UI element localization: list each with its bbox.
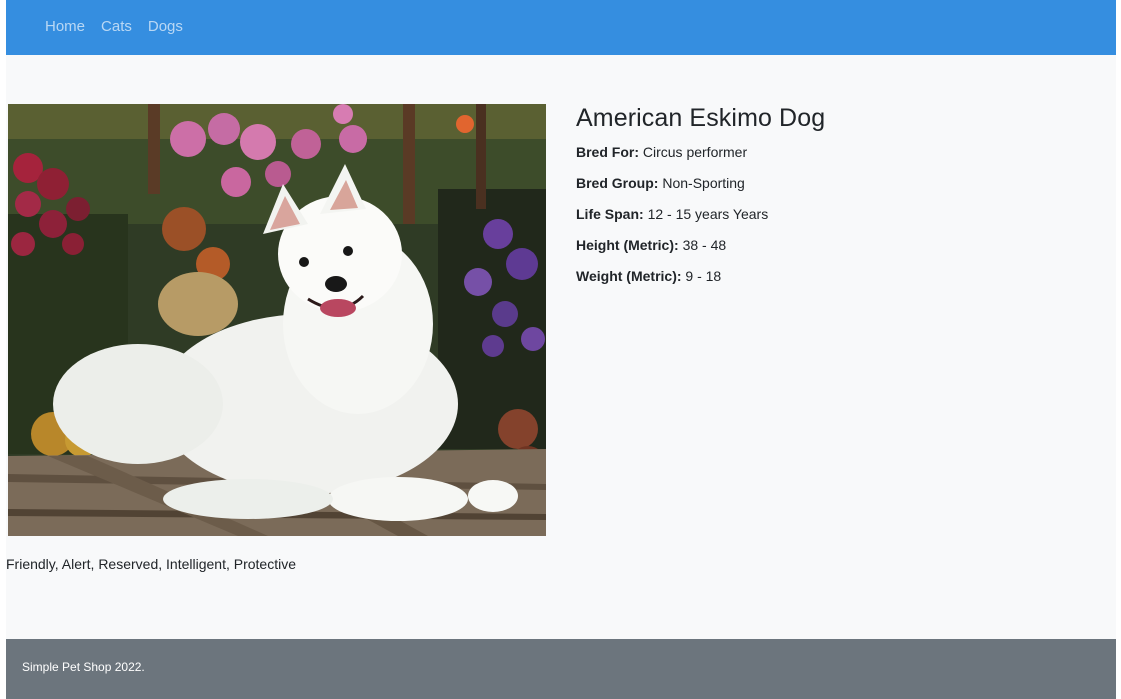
detail-label: Life Span:	[576, 206, 644, 222]
detail-label: Bred For:	[576, 144, 639, 160]
detail-weight: Weight (Metric): 9 - 18	[576, 268, 1096, 299]
detail-value: Circus performer	[642, 144, 748, 160]
nav-link-cats[interactable]: Cats	[101, 18, 132, 36]
detail-list: Bred For: Circus performer Bred Group: N…	[576, 144, 1096, 299]
detail-life-span: Life Span: 12 - 15 years Years	[576, 206, 1096, 237]
detail-label: Height (Metric):	[576, 237, 679, 253]
temperament-text: Friendly, Alert, Reserved, Intelligent, …	[6, 556, 296, 572]
dog-photo	[8, 104, 546, 536]
detail-height: Height (Metric): 38 - 48	[576, 237, 1096, 268]
detail-label: Bred Group:	[576, 175, 659, 191]
page: Home Cats Dogs American Eskimo Dog Bred …	[6, 0, 1116, 699]
nav-link-dogs[interactable]: Dogs	[148, 18, 183, 36]
top-navbar: Home Cats Dogs	[6, 0, 1116, 55]
detail-bred-group: Bred Group: Non-Sporting	[576, 175, 1096, 206]
detail-value: 38 - 48	[682, 237, 727, 253]
breed-title: American Eskimo Dog	[576, 104, 826, 132]
detail-value: 9 - 18	[685, 268, 722, 284]
breed-details: American Eskimo Dog Bred For: Circus per…	[576, 103, 1096, 299]
site-footer: Simple Pet Shop 2022.	[6, 639, 1116, 699]
nav-links: Home Cats Dogs	[45, 18, 183, 36]
detail-value: Non-Sporting	[662, 175, 745, 191]
detail-bred-for: Bred For: Circus performer	[576, 144, 1096, 175]
footer-copyright: Simple Pet Shop 2022.	[22, 660, 145, 674]
detail-label: Weight (Metric):	[576, 268, 682, 284]
nav-link-home[interactable]: Home	[45, 18, 85, 36]
detail-value: 12 - 15 years Years	[647, 206, 769, 222]
